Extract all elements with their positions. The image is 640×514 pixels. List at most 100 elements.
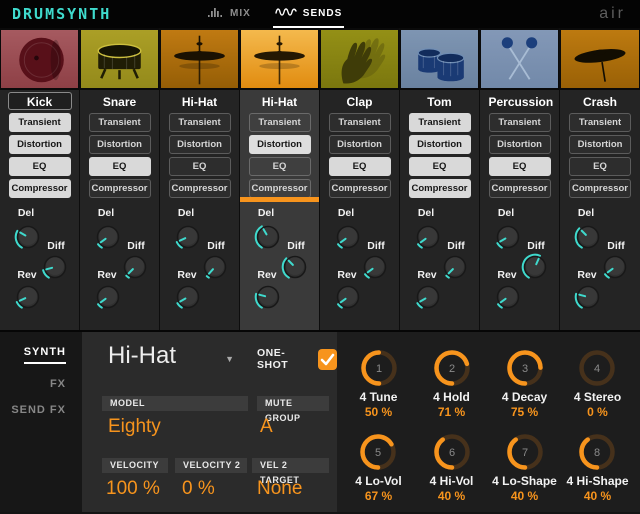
fx-eq-button[interactable]: EQ (169, 157, 231, 176)
velocity-value[interactable]: 100 % (106, 478, 160, 500)
diff-knob[interactable] (41, 253, 69, 281)
fx-distortion-button[interactable]: Distortion (409, 135, 471, 154)
fx-distortion-button[interactable]: Distortion (89, 135, 151, 154)
pad-clap[interactable] (321, 30, 398, 88)
del-knob[interactable] (14, 223, 42, 251)
diff-knob[interactable] (201, 253, 229, 281)
macro-knob-1[interactable]: 1 (359, 348, 399, 388)
fx-transient-button[interactable]: Transient (169, 113, 231, 132)
del-knob[interactable] (574, 223, 602, 251)
sidebar-item-fx[interactable]: FX (50, 378, 66, 390)
pad-percussion[interactable] (481, 30, 558, 88)
del-knob[interactable] (94, 223, 122, 251)
fx-compressor-button[interactable]: Compressor (9, 179, 71, 198)
fx-transient-button[interactable]: Transient (329, 113, 391, 132)
macro-value: 40 % (584, 489, 611, 503)
fx-eq-button[interactable]: EQ (409, 157, 471, 176)
sidebar-item-synth[interactable]: SYNTH (24, 346, 66, 364)
macro-knob-5[interactable]: 5 (358, 432, 398, 472)
pad-crash[interactable] (561, 30, 639, 88)
del-knob[interactable] (174, 223, 202, 251)
macro-knob-number: 4 (594, 363, 600, 375)
tab-sends[interactable]: SENDS (273, 0, 344, 28)
fx-transient-button[interactable]: Transient (409, 113, 471, 132)
fx-transient-button[interactable]: Transient (489, 113, 551, 132)
fx-compressor-button[interactable]: Compressor (409, 179, 471, 198)
diff-knob[interactable] (601, 253, 629, 281)
rev-knob[interactable] (254, 283, 282, 311)
del-knob[interactable] (414, 223, 442, 251)
diff-knob[interactable] (121, 253, 149, 281)
fx-distortion-button[interactable]: Distortion (489, 135, 551, 154)
fx-eq-button[interactable]: EQ (249, 157, 311, 176)
fx-transient-button[interactable]: Transient (249, 113, 311, 132)
fx-eq-button[interactable]: EQ (9, 157, 71, 176)
del-knob-label: Del (91, 207, 121, 219)
model-value[interactable]: Eighty (108, 416, 161, 438)
diff-knob[interactable] (441, 253, 469, 281)
sidebar-item-send-fx[interactable]: SEND FX (11, 404, 66, 416)
fx-distortion-button[interactable]: Distortion (569, 135, 631, 154)
fx-eq-button[interactable]: EQ (89, 157, 151, 176)
fx-compressor-button[interactable]: Compressor (249, 179, 311, 198)
rev-knob[interactable] (414, 283, 442, 311)
rev-knob[interactable] (94, 283, 122, 311)
fx-transient-button[interactable]: Transient (9, 113, 71, 132)
macro-knob-7[interactable]: 7 (505, 432, 545, 472)
macro-knob-number: 8 (594, 447, 600, 459)
fx-eq-button[interactable]: EQ (569, 157, 631, 176)
macro-knob-8[interactable]: 8 (577, 432, 617, 472)
del-knob-label: Del (411, 207, 441, 219)
fx-distortion-button[interactable]: Distortion (169, 135, 231, 154)
rev-knob-label: Rev (492, 269, 522, 281)
rev-knob[interactable] (574, 283, 602, 311)
drum-column-7: Percussion TransientDistortionEQCompress… (480, 28, 560, 330)
fx-compressor-button[interactable]: Compressor (569, 179, 631, 198)
pad-hi-hat[interactable] (161, 30, 238, 88)
fx-distortion-button[interactable]: Distortion (249, 135, 311, 154)
pad-name-label: Hi-Hat (248, 92, 312, 110)
fx-button-stack: Transient Distortion EQ Compressor (80, 113, 159, 198)
drum-column-6: Tom TransientDistortionEQCompressor Del … (400, 28, 480, 330)
fx-transient-button[interactable]: Transient (569, 113, 631, 132)
synth-editor-panel: Hi-Hat ▼ ONE-SHOT MODEL MUTE GROUP Eight… (82, 332, 337, 512)
pad-snare[interactable] (81, 30, 158, 88)
rev-knob[interactable] (14, 283, 42, 311)
macro-knob-4[interactable]: 4 (577, 348, 617, 388)
pad-tom[interactable] (401, 30, 478, 88)
fx-compressor-button[interactable]: Compressor (89, 179, 151, 198)
diff-knob[interactable] (361, 253, 389, 281)
macro-knob-3[interactable]: 3 (505, 348, 545, 388)
diff-knob-label: Diff (601, 240, 631, 252)
vel2-target-value[interactable]: None (257, 478, 302, 500)
fx-compressor-button[interactable]: Compressor (329, 179, 391, 198)
rev-knob[interactable] (174, 283, 202, 311)
instrument-selector[interactable]: Hi-Hat ▼ (108, 342, 234, 370)
fx-eq-button[interactable]: EQ (489, 157, 551, 176)
velocity2-value[interactable]: 0 % (182, 478, 215, 500)
rev-knob[interactable] (334, 283, 362, 311)
pad-name-label: Kick (8, 92, 72, 110)
drum-columns: Kick Transient Distortion EQ Compressor Del… (0, 28, 640, 330)
fx-compressor-button[interactable]: Compressor (489, 179, 551, 198)
del-knob[interactable] (334, 223, 362, 251)
del-knob[interactable] (254, 223, 282, 251)
fx-distortion-button[interactable]: Distortion (9, 135, 71, 154)
pad-hi-hat[interactable] (241, 30, 318, 88)
drumsynth-plugin-window: DRUMSYNTH MIX SENDS air Kick (0, 0, 640, 514)
fx-eq-button[interactable]: EQ (329, 157, 391, 176)
one-shot-checkbox[interactable] (318, 349, 337, 370)
fx-distortion-button[interactable]: Distortion (329, 135, 391, 154)
diff-knob[interactable] (521, 253, 549, 281)
fx-transient-button[interactable]: Transient (89, 113, 151, 132)
del-knob[interactable] (494, 223, 522, 251)
fx-compressor-button[interactable]: Compressor (169, 179, 231, 198)
diff-knob[interactable] (281, 253, 309, 281)
tab-mix[interactable]: MIX (206, 0, 253, 28)
macro-knob-6[interactable]: 6 (432, 432, 472, 472)
diff-knob-label: Diff (361, 240, 391, 252)
mute-group-value[interactable]: A (260, 416, 273, 438)
pad-kick[interactable] (1, 30, 78, 88)
rev-knob[interactable] (494, 283, 522, 311)
macro-knob-2[interactable]: 2 (432, 348, 472, 388)
